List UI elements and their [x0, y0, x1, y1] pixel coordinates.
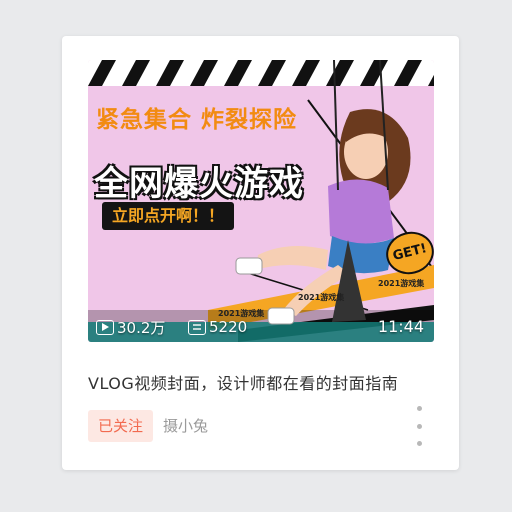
danmaku-count-value: 5220 [209, 318, 248, 336]
cta-banner: 立即点开啊！！ [102, 202, 235, 230]
view-count: 30.2万 [96, 316, 165, 338]
video-card[interactable]: 紧急集合 炸裂探险 全网爆火游戏 立即点开啊！！ GET! 2021游戏集 20… [62, 36, 459, 470]
video-title[interactable]: VLOG视频封面，设计师都在看的封面指南 [88, 370, 398, 394]
more-vertical-icon[interactable] [412, 406, 426, 446]
view-count-value: 30.2万 [117, 318, 166, 337]
headline-line2: 全网爆火游戏 [94, 164, 304, 204]
tape-label: 2021游戏集 [378, 279, 425, 288]
play-icon [96, 319, 114, 335]
video-thumbnail[interactable]: 紧急集合 炸裂探险 全网爆火游戏 立即点开啊！！ GET! 2021游戏集 20… [88, 60, 434, 342]
tape-label: 2021游戏集 [298, 293, 345, 302]
danmaku-count: 5220 [188, 316, 247, 338]
video-duration: 11:44 [377, 317, 424, 336]
headline-line1: 紧急集合 炸裂探险 [96, 107, 298, 133]
author-name[interactable]: 摄小兔 [163, 410, 208, 442]
danmaku-icon [188, 319, 206, 335]
follow-status-button[interactable]: 已关注 [88, 410, 154, 442]
